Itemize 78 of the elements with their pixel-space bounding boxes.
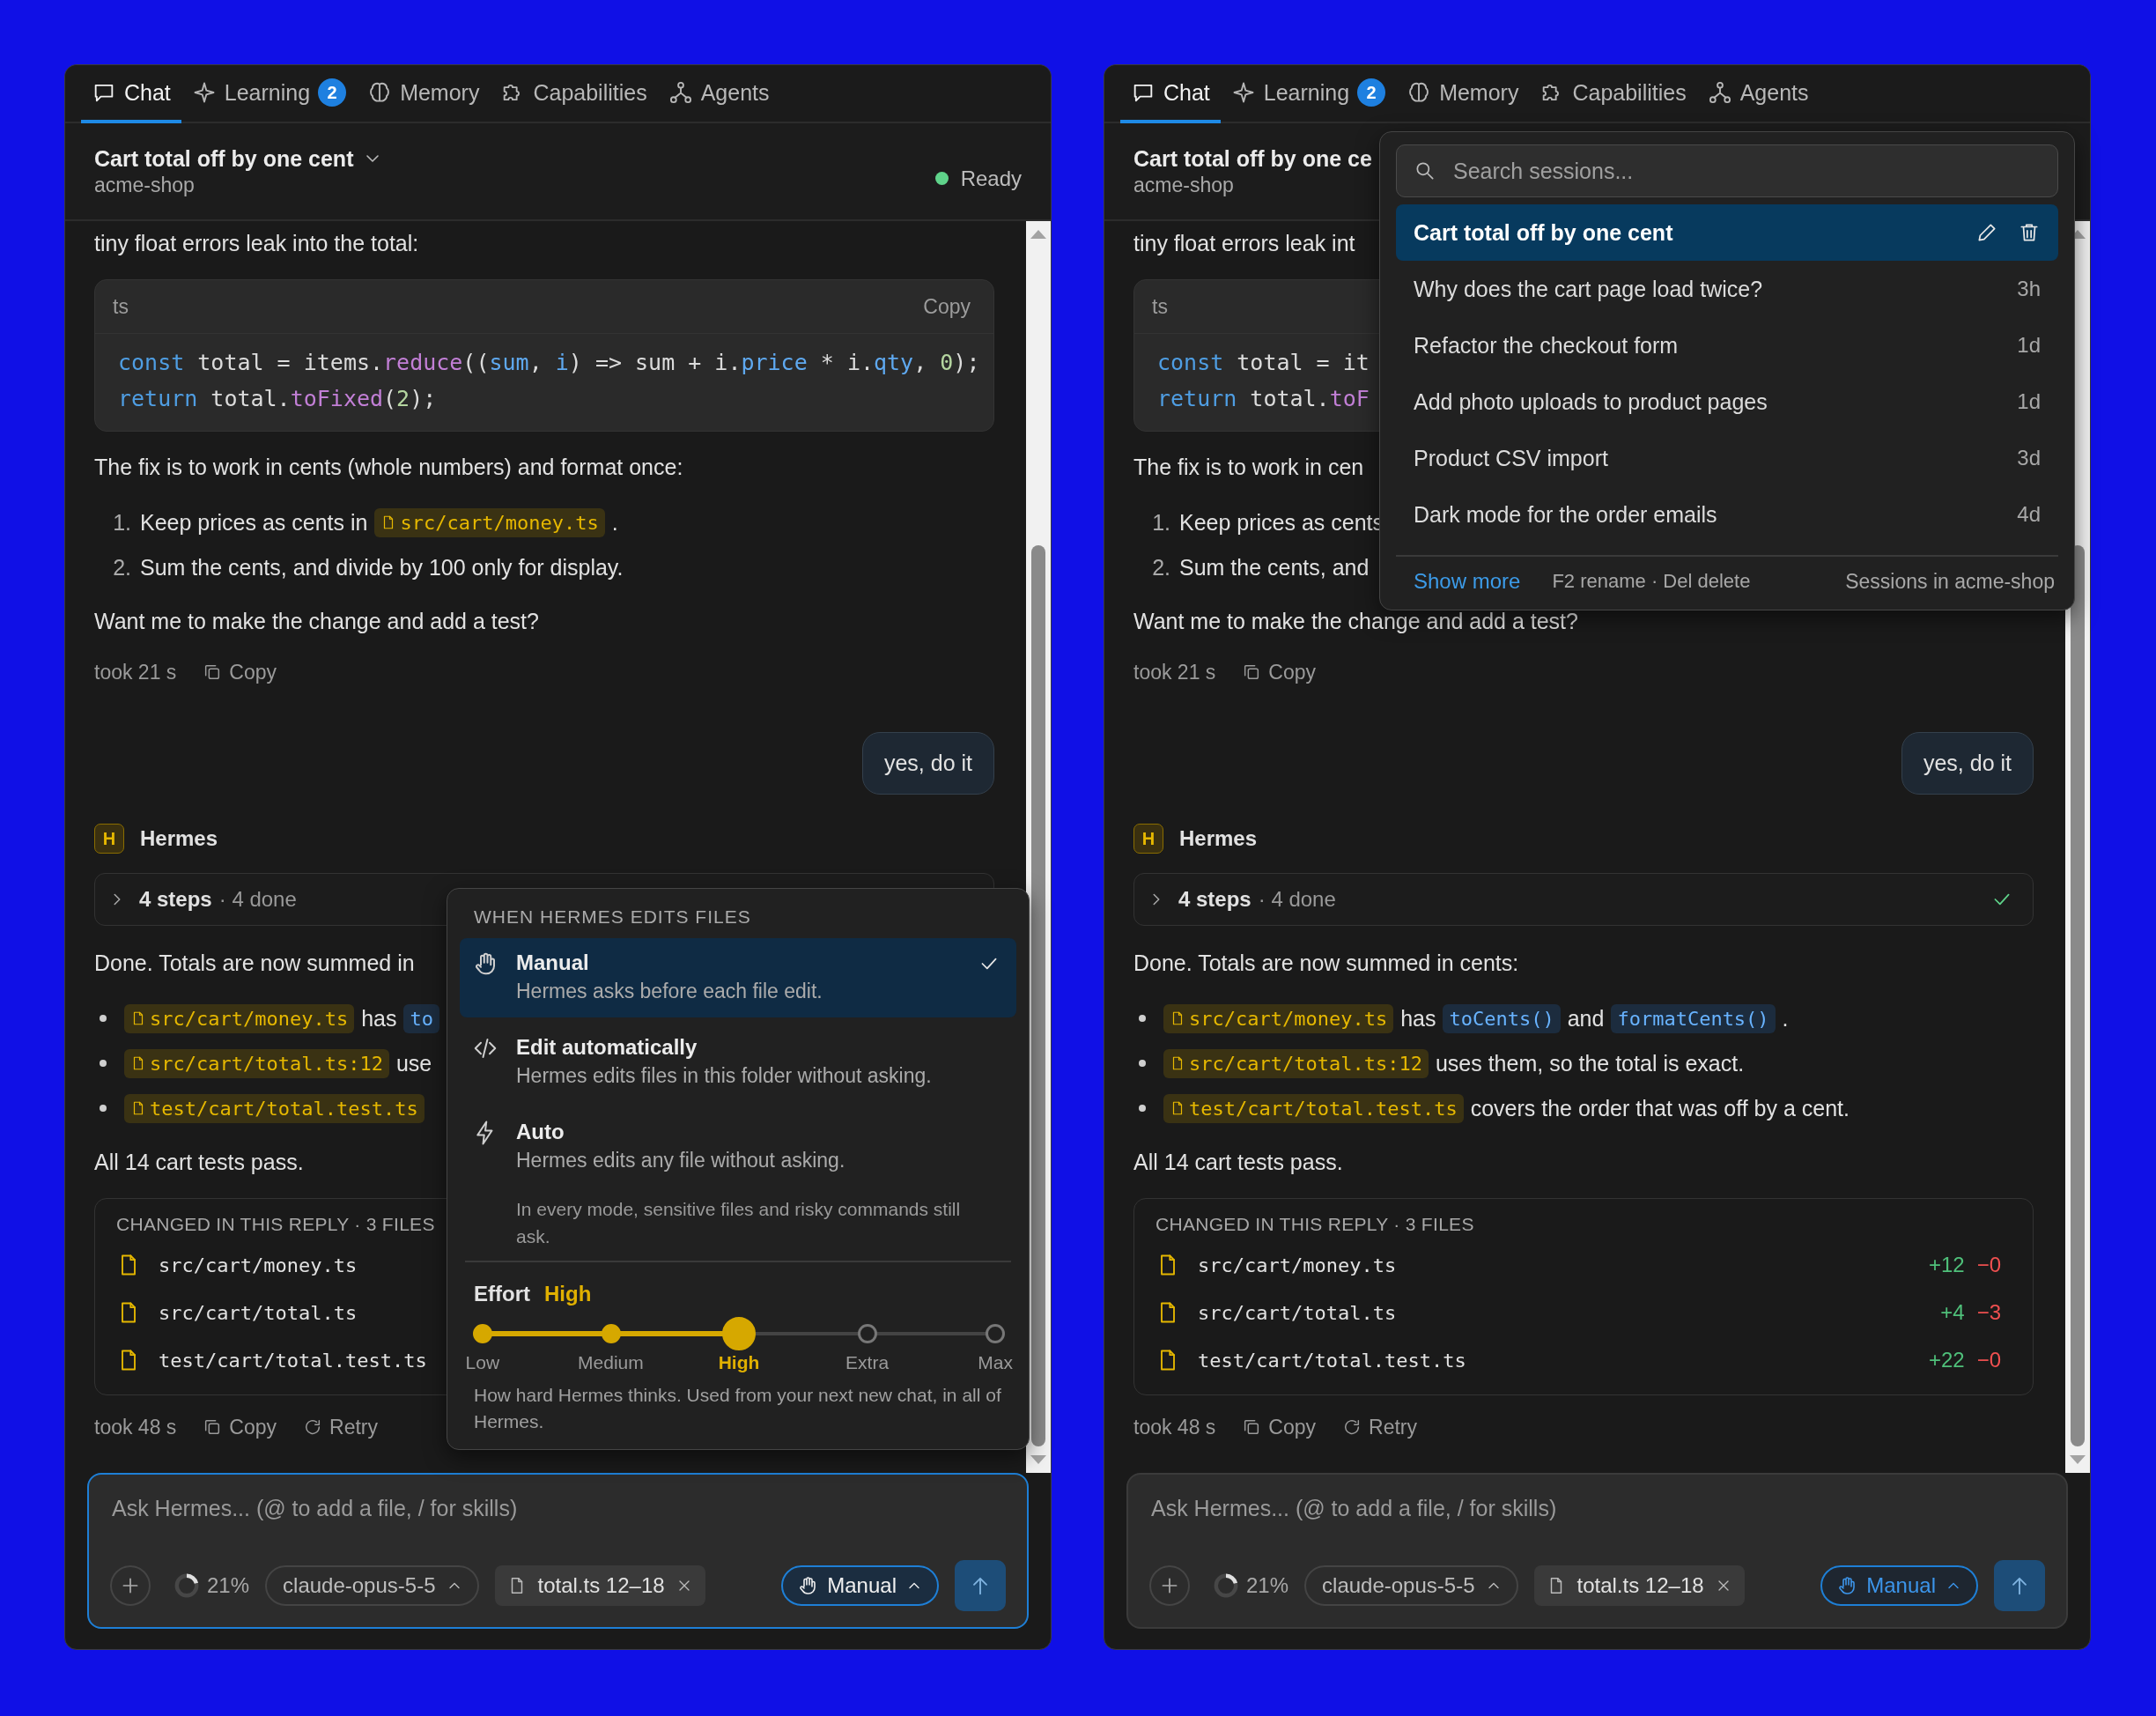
- message-text: Done. Totals are now summed in cents:: [1133, 950, 1519, 977]
- duration-text: took 48 s: [1133, 1415, 1216, 1439]
- code-line: return total.toF: [1157, 385, 1370, 413]
- context-usage: 21%: [1246, 1573, 1289, 1598]
- code-language: ts: [113, 294, 129, 319]
- removed-count: −0: [1976, 1253, 2001, 1277]
- code-symbol: to: [403, 1003, 439, 1033]
- list-text: use: [395, 1050, 432, 1076]
- agent-avatar: H: [1133, 824, 1163, 854]
- session-age: 3h: [2017, 277, 2041, 301]
- code-line: const total = it: [1157, 349, 1370, 377]
- code-line: const total = items.reduce((sum, i) => sum + i.price * i.qty, 0);: [118, 349, 980, 377]
- session-age: 3d: [2017, 446, 2041, 470]
- effort-label: Effort: [474, 1282, 530, 1306]
- session-age: 1d: [2017, 333, 2041, 358]
- status-label: Ready: [960, 166, 1022, 191]
- added-count: +22: [1928, 1348, 1965, 1372]
- message-text: Done. Totals are now summed in: [94, 950, 415, 977]
- removed-count: −0: [1976, 1348, 2001, 1372]
- duration-text: took 21 s: [94, 660, 177, 684]
- message-text: tiny float errors leak int: [1133, 230, 1355, 257]
- code-language: ts: [1152, 294, 1168, 319]
- level-label: Medium: [578, 1352, 644, 1373]
- menu-note: In every mode, sensitive files and risky commands still ask.: [515, 1198, 962, 1248]
- count-badge: 2: [1357, 78, 1386, 107]
- list-text: and: [1567, 1005, 1605, 1032]
- context-usage: 21%: [207, 1573, 250, 1598]
- added-count: +4: [1940, 1300, 1965, 1325]
- list-text: has: [1400, 1005, 1436, 1032]
- menu-heading: WHEN HERMES EDITS FILES: [473, 906, 752, 928]
- user-message: yes, do it: [1901, 732, 2034, 795]
- list-text: has: [361, 1005, 397, 1032]
- level-label: Max: [978, 1352, 1014, 1373]
- list-number: 2.: [1151, 554, 1170, 581]
- list-text: Sum the cents, and divide by 100 only for display.: [140, 554, 624, 581]
- message-text: All 14 cart tests pass.: [94, 1149, 304, 1176]
- project-name: acme-shop: [1133, 173, 1234, 197]
- attachment-name: total.ts 12–18: [537, 1573, 665, 1598]
- added-count: +12: [1928, 1253, 1965, 1277]
- message-text: All 14 cart tests pass.: [1133, 1149, 1343, 1176]
- list-text: .: [611, 509, 618, 536]
- list-number: 2.: [112, 554, 131, 581]
- list-number: 1.: [112, 509, 131, 536]
- level-label: Extra: [845, 1352, 890, 1373]
- scope-label: Sessions in acme-shop: [1845, 569, 2055, 594]
- agent-avatar: H: [94, 824, 124, 854]
- help-text: How hard Hermes thinks. Used from your next new chat, in all of Hermes.: [473, 1384, 1002, 1433]
- list-text: Keep prices as cents in: [140, 509, 368, 536]
- message-text: Want me to make the change and add a test?: [1133, 608, 1578, 635]
- shortcut-hint: F2 rename · Del delete: [1552, 570, 1751, 593]
- count-badge: 2: [318, 78, 347, 107]
- duration-text: took 48 s: [94, 1415, 177, 1439]
- list-text: uses them, so the total is exact.: [1435, 1050, 1745, 1076]
- list-number: 1.: [1151, 509, 1170, 536]
- changes-title: CHANGED IN THIS REPLY · 3 FILES: [1156, 1213, 1474, 1236]
- code-symbol: formatCents(): [1611, 1003, 1776, 1033]
- session-age: 4d: [2017, 502, 2041, 527]
- user-message: yes, do it: [861, 732, 994, 795]
- list-text: covers the order that was off by a cent.: [1470, 1095, 1850, 1121]
- list-text: .: [1782, 1005, 1789, 1032]
- message-text: Want me to make the change and add a test?: [94, 608, 539, 635]
- project-name: acme-shop: [94, 173, 195, 197]
- agent-name: Hermes: [140, 826, 218, 851]
- code-symbol: toCents(): [1443, 1003, 1561, 1033]
- changes-title: CHANGED IN THIS REPLY · 3 FILES: [116, 1213, 435, 1236]
- session-age: 1d: [2017, 389, 2041, 414]
- level-label: Low: [465, 1352, 500, 1373]
- duration-text: took 21 s: [1133, 660, 1216, 684]
- level-label: High: [718, 1352, 760, 1373]
- message-text: tiny float errors leak into the total:: [94, 230, 419, 257]
- attachment-name: total.ts 12–18: [1576, 1573, 1704, 1598]
- effort-value: High: [544, 1282, 592, 1306]
- code-line: return total.toFixed(2);: [118, 385, 437, 413]
- message-text: The fix is to work in cen: [1133, 454, 1364, 481]
- list-text: Sum the cents, and: [1179, 554, 1370, 581]
- removed-count: −3: [1976, 1300, 2001, 1325]
- agent-name: Hermes: [1179, 826, 1258, 851]
- message-text: The fix is to work in cents (whole numbers) and format once:: [94, 454, 683, 481]
